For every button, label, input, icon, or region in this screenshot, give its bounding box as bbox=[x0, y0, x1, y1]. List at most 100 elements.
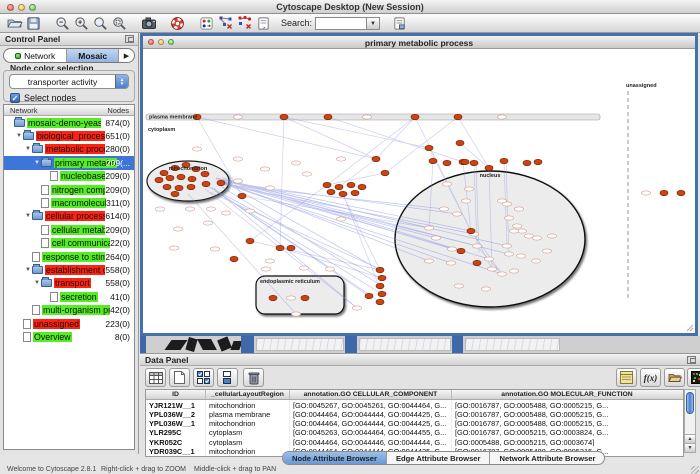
tab-edge-attribute-browser[interactable]: Edge Attribute Browser bbox=[387, 452, 491, 464]
network-node-unselected[interactable] bbox=[504, 216, 513, 220]
network-node-highlighted[interactable] bbox=[276, 245, 284, 250]
network-node-unselected[interactable] bbox=[336, 217, 345, 221]
network-node-highlighted[interactable] bbox=[358, 184, 366, 189]
table-row[interactable]: YPL036W__1mitochondrion[GO:0044464, GO:0… bbox=[146, 419, 683, 428]
network-node-highlighted[interactable] bbox=[677, 190, 685, 195]
attribute-table-button[interactable] bbox=[145, 368, 166, 387]
new-attribute-button[interactable] bbox=[169, 368, 190, 387]
float-data-panel-icon[interactable] bbox=[687, 356, 696, 364]
network-node-highlighted[interactable] bbox=[378, 291, 386, 296]
network-node-unselected[interactable] bbox=[447, 247, 456, 251]
network-node-highlighted[interactable] bbox=[269, 295, 277, 300]
network-node-highlighted[interactable] bbox=[351, 190, 359, 195]
canvas-resize-grip-icon[interactable] bbox=[687, 325, 693, 331]
network-node-unselected[interactable] bbox=[352, 306, 361, 310]
network-edge[interactable] bbox=[197, 117, 376, 159]
network-node-highlighted[interactable] bbox=[376, 267, 384, 272]
network-node-highlighted[interactable] bbox=[429, 158, 437, 163]
tab-mosaic[interactable]: Mosaic bbox=[67, 49, 119, 62]
select-attributes-button[interactable] bbox=[193, 368, 214, 387]
network-node-unselected[interactable] bbox=[512, 224, 521, 228]
network-node-highlighted[interactable] bbox=[171, 191, 179, 196]
network-node-highlighted[interactable] bbox=[461, 159, 469, 164]
network-window-titlebar[interactable]: primary metabolic process bbox=[143, 36, 695, 49]
annotation-button[interactable] bbox=[390, 15, 409, 32]
table-row[interactable]: YJR121W__1mitochondrion[GO:0045267, GO:0… bbox=[146, 400, 683, 409]
network-node-highlighted[interactable] bbox=[230, 256, 238, 261]
network-node-unselected[interactable] bbox=[291, 161, 300, 165]
network-node-unselected[interactable] bbox=[233, 157, 242, 161]
network-node-unselected[interactable] bbox=[169, 246, 178, 250]
network-node-highlighted[interactable] bbox=[523, 160, 531, 165]
network-node-highlighted[interactable] bbox=[470, 160, 478, 165]
matrix-view-button[interactable] bbox=[687, 368, 700, 387]
formula-button[interactable]: f(x) bbox=[640, 368, 661, 387]
network-node-unselected[interactable] bbox=[509, 229, 518, 233]
network-node-highlighted[interactable] bbox=[327, 189, 335, 194]
help-button[interactable] bbox=[168, 15, 187, 32]
network-node-unselected[interactable] bbox=[446, 261, 455, 265]
network-node-unselected[interactable] bbox=[439, 207, 448, 211]
network-node-highlighted[interactable] bbox=[457, 248, 465, 253]
network-node-unselected[interactable] bbox=[516, 254, 525, 258]
network-node-unselected[interactable] bbox=[531, 259, 540, 263]
network-node-unselected[interactable] bbox=[454, 284, 463, 288]
network-node-highlighted[interactable] bbox=[335, 184, 343, 189]
network-node-highlighted[interactable] bbox=[280, 114, 288, 119]
network-node-unselected[interactable] bbox=[299, 266, 308, 270]
table-row[interactable]: YKR052Ccytoplasm[GO:0044464, GO:0044446,… bbox=[146, 437, 683, 446]
tab-network-attribute-browser[interactable]: Network Attribute Browser bbox=[490, 452, 604, 464]
network-node-highlighted[interactable] bbox=[187, 184, 195, 189]
expander-icon[interactable]: ▼ bbox=[24, 213, 32, 219]
network-node-highlighted[interactable] bbox=[473, 260, 481, 265]
network-node-highlighted[interactable] bbox=[456, 140, 464, 145]
network-node-unselected[interactable] bbox=[461, 199, 470, 203]
network-node-highlighted[interactable] bbox=[443, 160, 451, 165]
network-node-highlighted[interactable] bbox=[425, 145, 433, 150]
network-node-unselected[interactable] bbox=[203, 221, 212, 225]
zoom-in-button[interactable] bbox=[72, 15, 91, 32]
zoom-out-button[interactable] bbox=[53, 15, 72, 32]
expander-icon[interactable]: ▼ bbox=[33, 280, 41, 286]
network-node-highlighted[interactable] bbox=[347, 182, 355, 187]
network-node-highlighted[interactable] bbox=[485, 165, 493, 170]
expander-icon[interactable]: ▼ bbox=[24, 267, 32, 273]
tree-row[interactable]: secretion41(0) bbox=[4, 290, 134, 303]
tree-row[interactable]: nitrogen compo209(0) bbox=[4, 183, 134, 196]
network-edge[interactable] bbox=[328, 117, 463, 162]
tree-row[interactable]: unassigned223(0) bbox=[4, 317, 134, 330]
expander-icon[interactable]: ▼ bbox=[24, 146, 32, 152]
network-edge[interactable] bbox=[250, 241, 380, 270]
tree-row[interactable]: response to stimulu264(0) bbox=[4, 250, 134, 263]
network-node-highlighted[interactable] bbox=[500, 158, 508, 163]
network-node-unselected[interactable] bbox=[185, 207, 194, 211]
tree-row[interactable]: mosaic-demo-yeast874(0) bbox=[4, 116, 134, 129]
network-node-unselected[interactable] bbox=[233, 179, 242, 183]
expander-icon[interactable]: ▼ bbox=[15, 133, 23, 139]
open-session-button[interactable] bbox=[5, 15, 24, 32]
network-node-unselected[interactable] bbox=[509, 269, 518, 273]
table-row[interactable]: YLR295Ccytoplasm[GO:0045263, GO:0044464,… bbox=[146, 428, 683, 437]
network-node-unselected[interactable] bbox=[210, 247, 219, 251]
network-node-highlighted[interactable] bbox=[155, 177, 163, 182]
network-node-unselected[interactable] bbox=[245, 209, 254, 213]
network-node-highlighted[interactable] bbox=[201, 171, 209, 176]
network-node-highlighted[interactable] bbox=[246, 238, 254, 243]
network-node-unselected[interactable] bbox=[424, 259, 433, 263]
network-node-unselected[interactable] bbox=[487, 267, 496, 271]
select-nodes-checkbox[interactable]: ✓ bbox=[10, 93, 20, 103]
scrollbar-thumb[interactable] bbox=[686, 392, 694, 414]
network-node-highlighted[interactable] bbox=[381, 170, 389, 175]
scroll-up-button[interactable]: ▲ bbox=[685, 434, 695, 443]
table-scrollbar[interactable]: ▲ ▼ bbox=[684, 389, 696, 453]
network-node-highlighted[interactable] bbox=[160, 170, 168, 175]
vizmapper-button[interactable] bbox=[197, 15, 216, 32]
table-column-header[interactable]: annotation.GO MOLECULAR_FUNCTION bbox=[452, 390, 682, 399]
network-node-unselected[interactable] bbox=[452, 212, 461, 216]
network-node-highlighted[interactable] bbox=[301, 295, 309, 300]
tree-row[interactable]: ▼metabolic process280(0) bbox=[4, 143, 134, 156]
network-node-highlighted[interactable] bbox=[323, 182, 331, 187]
table-column-header[interactable]: ID bbox=[146, 390, 206, 399]
table-column-header[interactable]: annotation.GO CELLULAR_COMPONENT bbox=[290, 390, 452, 399]
network-node-unselected[interactable] bbox=[497, 115, 506, 119]
